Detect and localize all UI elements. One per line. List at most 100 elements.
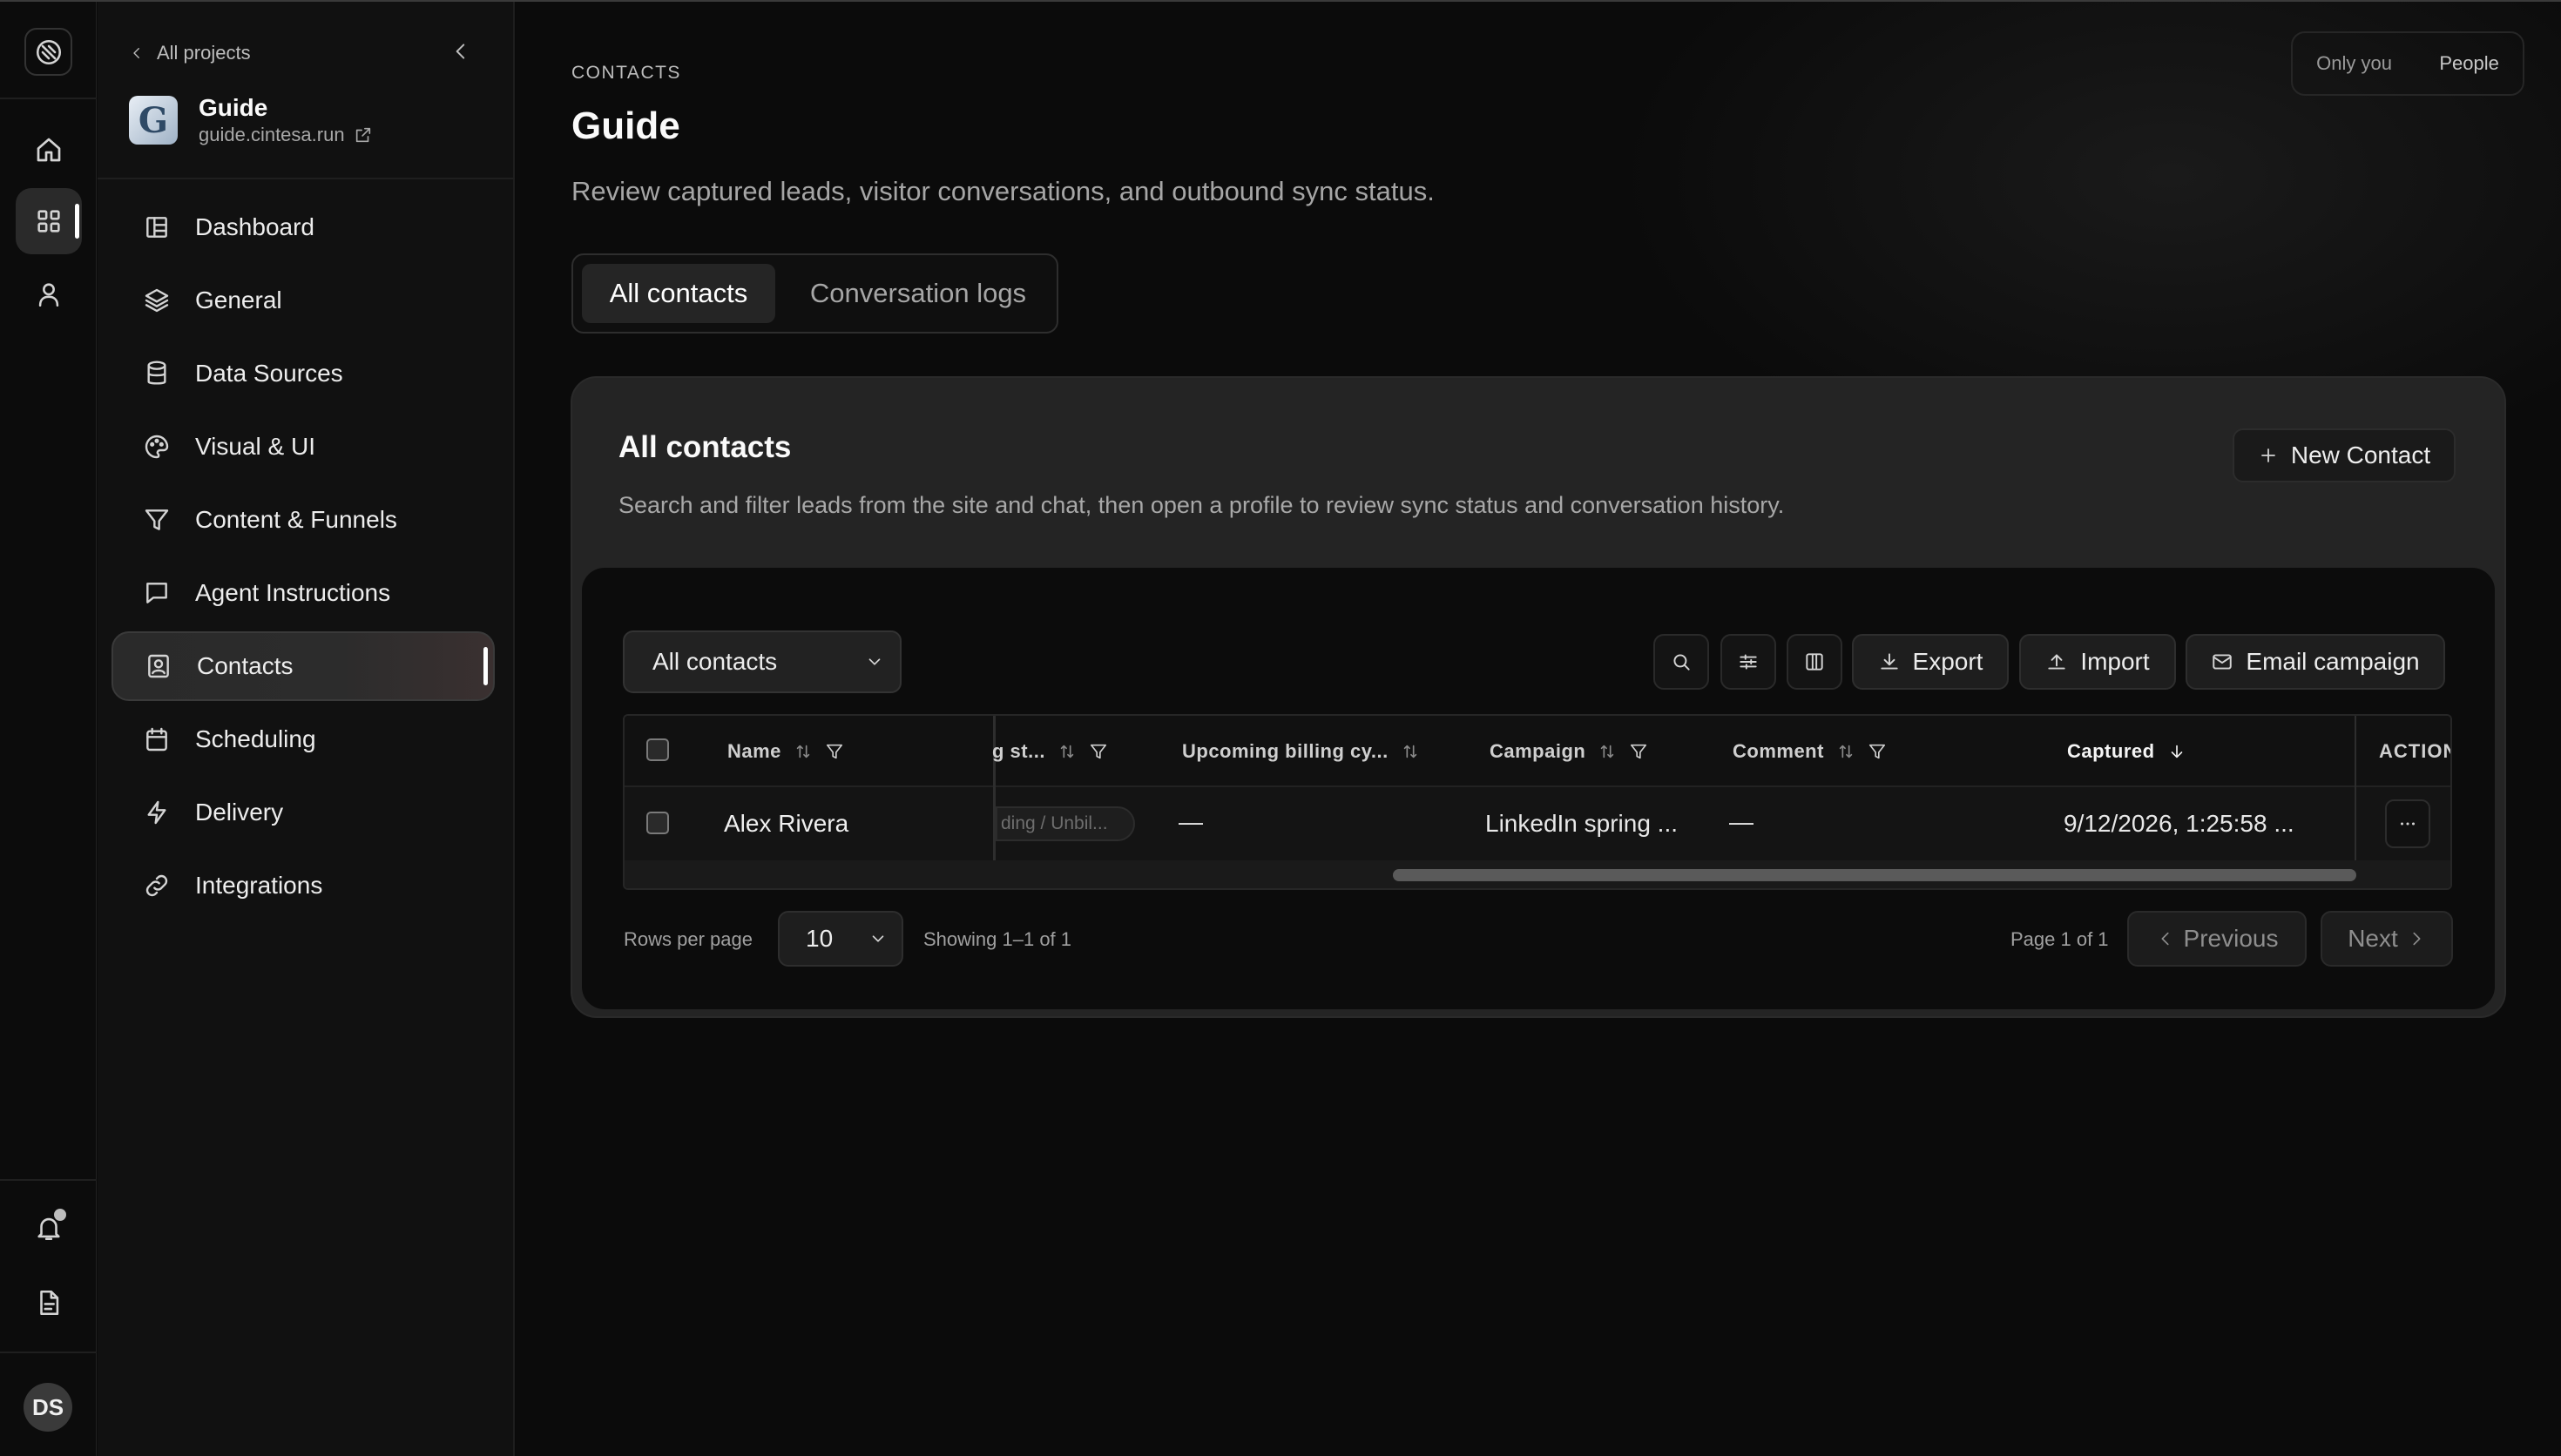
contacts-table: Name g st... Upcoming billing cy... Camp…	[623, 714, 2452, 890]
home-icon[interactable]	[16, 117, 82, 183]
select-all-checkbox[interactable]	[646, 738, 669, 761]
document-icon[interactable]	[16, 1270, 82, 1336]
collapse-sidebar-icon[interactable]	[449, 40, 472, 63]
column-campaign[interactable]: Campaign	[1490, 740, 1648, 763]
more-horizontal-icon	[2400, 822, 2416, 826]
nav-item-data-sources[interactable]: Data Sources	[111, 339, 495, 408]
back-to-projects-link[interactable]: All projects	[129, 42, 251, 64]
row-checkbox[interactable]	[646, 812, 669, 834]
upload-icon	[2048, 654, 2065, 670]
download-icon	[1880, 653, 1898, 670]
import-button[interactable]: Import	[2019, 634, 2176, 690]
nav-item-agent-instructions[interactable]: Agent Instructions	[111, 558, 495, 628]
email-campaign-button[interactable]: Email campaign	[2186, 634, 2445, 690]
nav-item-label: Delivery	[195, 799, 284, 826]
project-url-link[interactable]: guide.cintesa.run	[199, 124, 373, 146]
tab-bar: All contacts Conversation logs	[571, 253, 1058, 334]
column-comment[interactable]: Comment	[1733, 740, 1887, 763]
chevron-right-icon	[2413, 932, 2421, 946]
sort-icon[interactable]	[1401, 742, 1420, 761]
nav-item-scheduling[interactable]: Scheduling	[111, 704, 495, 774]
row-actions-button[interactable]	[2385, 799, 2430, 848]
nav-item-label: Scheduling	[195, 725, 316, 752]
icon-rail: DS	[0, 2, 97, 1456]
cell-name[interactable]: Alex Rivera	[724, 810, 848, 838]
new-contact-button[interactable]: New Contact	[2233, 428, 2456, 482]
rows-per-page-value: 10	[806, 925, 834, 952]
nav-item-label: Visual & UI	[195, 433, 315, 460]
nav-item-general[interactable]: General	[111, 266, 495, 335]
scrollbar-thumb[interactable]	[1393, 869, 2356, 881]
rows-per-page-label: Rows per page	[624, 928, 753, 950]
nav-item-label: Dashboard	[195, 213, 314, 240]
notifications-bell-icon[interactable]	[16, 1195, 82, 1261]
message-icon	[146, 583, 167, 603]
export-button[interactable]: Export	[1852, 634, 2009, 690]
card-title: All contacts	[618, 430, 792, 464]
rows-per-page-select[interactable]: 10	[778, 911, 903, 967]
column-comment-label: Comment	[1733, 740, 1824, 762]
columns-button[interactable]	[1787, 634, 1842, 690]
avatar[interactable]: DS	[24, 1383, 72, 1432]
nav-item-content-funnels[interactable]: Content & Funnels	[111, 485, 495, 555]
project-url: guide.cintesa.run	[199, 124, 345, 145]
sort-icon[interactable]	[1836, 742, 1855, 761]
new-contact-label: New Contact	[2290, 442, 2431, 468]
database-icon	[147, 361, 166, 385]
nav-item-contacts[interactable]: Contacts	[111, 631, 495, 701]
cell-campaign: LinkedIn spring ...	[1485, 810, 1679, 837]
chevron-left-icon	[2161, 932, 2169, 946]
column-name[interactable]: Name	[727, 740, 844, 763]
tab-all-contacts[interactable]: All contacts	[582, 264, 775, 323]
visibility-only-you[interactable]: Only you	[2316, 52, 2392, 75]
app-logo-icon[interactable]	[24, 28, 72, 76]
tab-conversation-logs[interactable]: Conversation logs	[796, 264, 1040, 323]
contacts-filter-select[interactable]: All contacts	[623, 630, 902, 693]
column-status-label: g st...	[992, 740, 1045, 762]
back-link-label: All projects	[157, 42, 251, 64]
next-page-button[interactable]: Next	[2321, 911, 2453, 967]
previous-page-button[interactable]: Previous	[2127, 911, 2307, 967]
email-campaign-label: Email campaign	[2246, 648, 2420, 675]
filter-select-value: All contacts	[652, 648, 778, 675]
filter-icon[interactable]	[825, 742, 844, 761]
column-captured[interactable]: Captured	[2067, 740, 2186, 763]
column-captured-label: Captured	[2067, 740, 2155, 762]
sliders-icon	[1740, 654, 1757, 670]
filters-button[interactable]	[1720, 634, 1776, 690]
search-icon	[1673, 654, 1690, 671]
funnel-icon	[145, 509, 169, 530]
arrow-down-icon[interactable]	[2167, 742, 2186, 761]
nav-item-visual-ui[interactable]: Visual & UI	[111, 412, 495, 482]
filter-icon[interactable]	[1868, 742, 1887, 761]
sort-icon[interactable]	[794, 742, 813, 761]
projects-grid-icon[interactable]	[16, 188, 82, 254]
search-button[interactable]	[1653, 634, 1709, 690]
filter-icon[interactable]	[1089, 742, 1108, 761]
horizontal-scrollbar[interactable]	[625, 860, 2450, 888]
user-icon[interactable]	[16, 261, 82, 327]
nav-item-dashboard[interactable]: Dashboard	[111, 192, 495, 262]
page-title: Guide	[571, 104, 680, 147]
card-description: Search and filter leads from the site an…	[618, 492, 1785, 518]
nav-item-label: Integrations	[195, 872, 323, 899]
link-icon	[145, 874, 168, 897]
visibility-people[interactable]: People	[2439, 52, 2499, 75]
palette-icon	[145, 435, 169, 459]
sort-icon[interactable]	[1598, 742, 1617, 761]
sort-icon[interactable]	[1058, 742, 1077, 761]
nav-item-integrations[interactable]: Integrations	[111, 851, 495, 920]
dashboard-icon	[146, 217, 167, 238]
import-label: Import	[2080, 648, 2150, 675]
column-billing-label: Upcoming billing cy...	[1182, 740, 1389, 762]
next-label: Next	[2348, 925, 2398, 952]
chevron-down-icon	[872, 935, 884, 942]
column-upcoming-billing[interactable]: Upcoming billing cy...	[1182, 740, 1420, 763]
previous-label: Previous	[2183, 925, 2279, 952]
nav-item-label: Content & Funnels	[195, 506, 397, 533]
column-status[interactable]: g st...	[992, 740, 1108, 763]
cell-comment: —	[1729, 808, 1754, 835]
nav-item-delivery[interactable]: Delivery	[111, 778, 495, 847]
nav-item-label: Contacts	[197, 652, 294, 679]
filter-icon[interactable]	[1629, 742, 1648, 761]
